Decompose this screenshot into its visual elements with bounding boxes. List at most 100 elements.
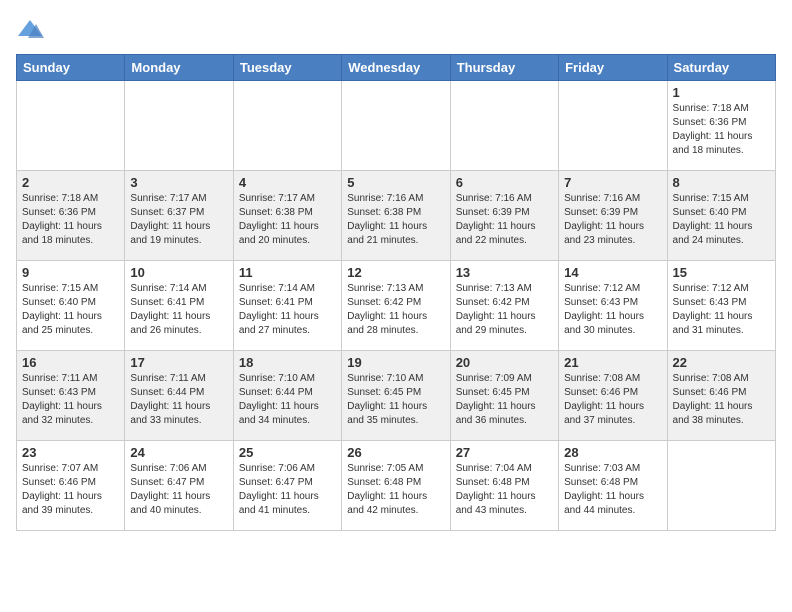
calendar-cell: 2 Sunrise: 7:18 AM Sunset: 6:36 PM Daylig…: [17, 171, 125, 261]
calendar-cell: 10 Sunrise: 7:14 AM Sunset: 6:41 PM Dayli…: [125, 261, 233, 351]
day-info: Sunrise: 7:08 AM Sunset: 6:46 PM Dayligh…: [673, 372, 770, 428]
calendar-week-row: 1 Sunrise: 7:18 AM Sunset: 6:36 PM Daylig…: [17, 81, 776, 171]
calendar-cell: [17, 81, 125, 171]
day-info: Sunrise: 7:16 AM Sunset: 6:39 PM Dayligh…: [456, 192, 553, 248]
day-number: 7: [564, 175, 661, 190]
day-info: Sunrise: 7:18 AM Sunset: 6:36 PM Dayligh…: [22, 192, 119, 248]
weekday-header: Thursday: [450, 55, 558, 81]
day-info: Sunrise: 7:14 AM Sunset: 6:41 PM Dayligh…: [130, 282, 227, 338]
day-number: 26: [347, 445, 444, 460]
day-info: Sunrise: 7:12 AM Sunset: 6:43 PM Dayligh…: [564, 282, 661, 338]
logo: [16, 16, 48, 44]
day-number: 2: [22, 175, 119, 190]
day-number: 18: [239, 355, 336, 370]
calendar-cell: 23 Sunrise: 7:07 AM Sunset: 6:46 PM Dayli…: [17, 441, 125, 531]
calendar-week-row: 9 Sunrise: 7:15 AM Sunset: 6:40 PM Daylig…: [17, 261, 776, 351]
day-number: 10: [130, 265, 227, 280]
calendar-cell: 18 Sunrise: 7:10 AM Sunset: 6:44 PM Dayli…: [233, 351, 341, 441]
calendar-week-row: 2 Sunrise: 7:18 AM Sunset: 6:36 PM Daylig…: [17, 171, 776, 261]
day-number: 3: [130, 175, 227, 190]
calendar-cell: [450, 81, 558, 171]
day-info: Sunrise: 7:14 AM Sunset: 6:41 PM Dayligh…: [239, 282, 336, 338]
calendar-cell: 28Sunrise: 7:03 AM Sunset: 6:48 PM Dayli…: [559, 441, 667, 531]
day-info: Sunrise: 7:18 AM Sunset: 6:36 PM Dayligh…: [673, 102, 770, 158]
day-number: 14: [564, 265, 661, 280]
calendar-cell: [233, 81, 341, 171]
day-number: 4: [239, 175, 336, 190]
day-number: 8: [673, 175, 770, 190]
day-info: Sunrise: 7:04 AM Sunset: 6:48 PM Dayligh…: [456, 462, 553, 518]
day-info: Sunrise: 7:15 AM Sunset: 6:40 PM Dayligh…: [673, 192, 770, 248]
day-info: Sunrise: 7:16 AM Sunset: 6:39 PM Dayligh…: [564, 192, 661, 248]
weekday-header: Tuesday: [233, 55, 341, 81]
calendar-cell: 16 Sunrise: 7:11 AM Sunset: 6:43 PM Dayli…: [17, 351, 125, 441]
day-number: 22: [673, 355, 770, 370]
calendar-cell: 5 Sunrise: 7:16 AM Sunset: 6:38 PM Daylig…: [342, 171, 450, 261]
calendar-cell: 6Sunrise: 7:16 AM Sunset: 6:39 PM Daylig…: [450, 171, 558, 261]
day-number: 13: [456, 265, 553, 280]
day-info: Sunrise: 7:15 AM Sunset: 6:40 PM Dayligh…: [22, 282, 119, 338]
day-number: 11: [239, 265, 336, 280]
calendar-week-row: 16 Sunrise: 7:11 AM Sunset: 6:43 PM Dayli…: [17, 351, 776, 441]
calendar-cell: [667, 441, 775, 531]
calendar-cell: 13 Sunrise: 7:13 AM Sunset: 6:42 PM Dayli…: [450, 261, 558, 351]
calendar-cell: 14 Sunrise: 7:12 AM Sunset: 6:43 PM Dayli…: [559, 261, 667, 351]
day-number: 1: [673, 85, 770, 100]
day-number: 23: [22, 445, 119, 460]
day-info: Sunrise: 7:07 AM Sunset: 6:46 PM Dayligh…: [22, 462, 119, 518]
day-number: 27: [456, 445, 553, 460]
weekday-header: Sunday: [17, 55, 125, 81]
day-info: Sunrise: 7:11 AM Sunset: 6:43 PM Dayligh…: [22, 372, 119, 428]
calendar-cell: 7 Sunrise: 7:16 AM Sunset: 6:39 PM Daylig…: [559, 171, 667, 261]
day-info: Sunrise: 7:08 AM Sunset: 6:46 PM Dayligh…: [564, 372, 661, 428]
day-number: 19: [347, 355, 444, 370]
day-info: Sunrise: 7:03 AM Sunset: 6:48 PM Dayligh…: [564, 462, 661, 518]
calendar-cell: 27 Sunrise: 7:04 AM Sunset: 6:48 PM Dayli…: [450, 441, 558, 531]
calendar-cell: 26 Sunrise: 7:05 AM Sunset: 6:48 PM Dayli…: [342, 441, 450, 531]
calendar-cell: [559, 81, 667, 171]
weekday-header: Monday: [125, 55, 233, 81]
calendar-cell: 24 Sunrise: 7:06 AM Sunset: 6:47 PM Dayli…: [125, 441, 233, 531]
day-info: Sunrise: 7:10 AM Sunset: 6:45 PM Dayligh…: [347, 372, 444, 428]
weekday-header: Friday: [559, 55, 667, 81]
calendar-cell: 1 Sunrise: 7:18 AM Sunset: 6:36 PM Daylig…: [667, 81, 775, 171]
calendar-cell: 11 Sunrise: 7:14 AM Sunset: 6:41 PM Dayli…: [233, 261, 341, 351]
calendar-cell: 19 Sunrise: 7:10 AM Sunset: 6:45 PM Dayli…: [342, 351, 450, 441]
calendar-cell: 4 Sunrise: 7:17 AM Sunset: 6:38 PM Daylig…: [233, 171, 341, 261]
day-info: Sunrise: 7:06 AM Sunset: 6:47 PM Dayligh…: [130, 462, 227, 518]
day-info: Sunrise: 7:06 AM Sunset: 6:47 PM Dayligh…: [239, 462, 336, 518]
calendar-cell: 17Sunrise: 7:11 AM Sunset: 6:44 PM Dayli…: [125, 351, 233, 441]
day-info: Sunrise: 7:13 AM Sunset: 6:42 PM Dayligh…: [347, 282, 444, 338]
calendar-cell: 22 Sunrise: 7:08 AM Sunset: 6:46 PM Dayli…: [667, 351, 775, 441]
calendar-cell: 9 Sunrise: 7:15 AM Sunset: 6:40 PM Daylig…: [17, 261, 125, 351]
calendar-cell: [342, 81, 450, 171]
calendar-cell: 15Sunrise: 7:12 AM Sunset: 6:43 PM Dayli…: [667, 261, 775, 351]
calendar-cell: 8 Sunrise: 7:15 AM Sunset: 6:40 PM Daylig…: [667, 171, 775, 261]
calendar-table: SundayMondayTuesdayWednesdayThursdayFrid…: [16, 54, 776, 531]
calendar-cell: 3 Sunrise: 7:17 AM Sunset: 6:37 PM Daylig…: [125, 171, 233, 261]
day-info: Sunrise: 7:11 AM Sunset: 6:44 PM Dayligh…: [130, 372, 227, 428]
day-info: Sunrise: 7:05 AM Sunset: 6:48 PM Dayligh…: [347, 462, 444, 518]
calendar-cell: 21 Sunrise: 7:08 AM Sunset: 6:46 PM Dayli…: [559, 351, 667, 441]
day-number: 5: [347, 175, 444, 190]
day-number: 16: [22, 355, 119, 370]
day-number: 25: [239, 445, 336, 460]
day-number: 9: [22, 265, 119, 280]
day-info: Sunrise: 7:16 AM Sunset: 6:38 PM Dayligh…: [347, 192, 444, 248]
day-number: 21: [564, 355, 661, 370]
calendar-header-row: SundayMondayTuesdayWednesdayThursdayFrid…: [17, 55, 776, 81]
day-info: Sunrise: 7:13 AM Sunset: 6:42 PM Dayligh…: [456, 282, 553, 338]
weekday-header: Saturday: [667, 55, 775, 81]
day-info: Sunrise: 7:17 AM Sunset: 6:38 PM Dayligh…: [239, 192, 336, 248]
day-info: Sunrise: 7:10 AM Sunset: 6:44 PM Dayligh…: [239, 372, 336, 428]
calendar-cell: 25 Sunrise: 7:06 AM Sunset: 6:47 PM Dayli…: [233, 441, 341, 531]
calendar-week-row: 23 Sunrise: 7:07 AM Sunset: 6:46 PM Dayli…: [17, 441, 776, 531]
day-info: Sunrise: 7:17 AM Sunset: 6:37 PM Dayligh…: [130, 192, 227, 248]
weekday-header: Wednesday: [342, 55, 450, 81]
day-info: Sunrise: 7:12 AM Sunset: 6:43 PM Dayligh…: [673, 282, 770, 338]
calendar-cell: 20Sunrise: 7:09 AM Sunset: 6:45 PM Dayli…: [450, 351, 558, 441]
day-number: 12: [347, 265, 444, 280]
page-header: [16, 16, 776, 44]
calendar-cell: [125, 81, 233, 171]
day-number: 24: [130, 445, 227, 460]
